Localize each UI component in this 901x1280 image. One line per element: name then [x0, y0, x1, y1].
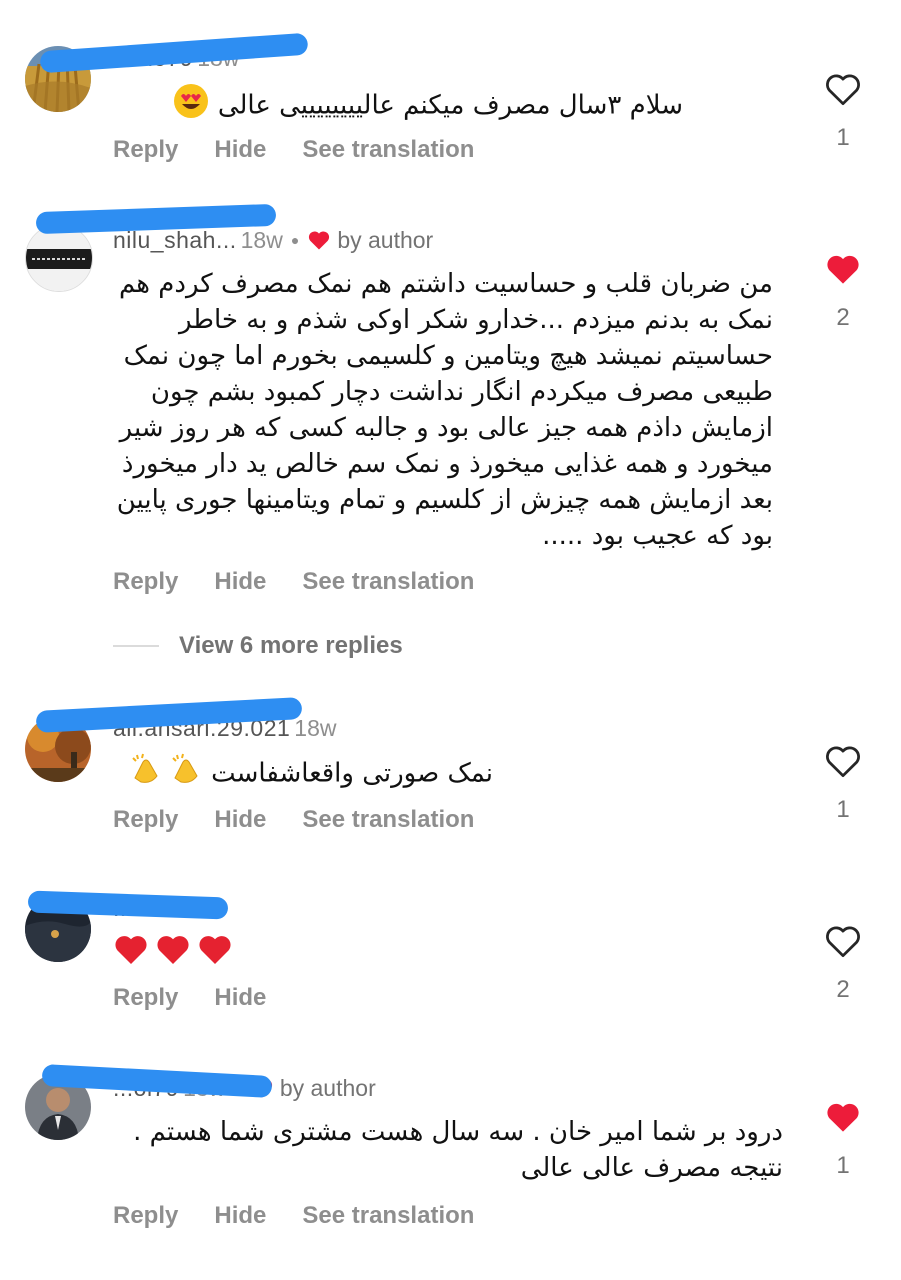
by-author-label: by author [279, 1074, 376, 1101]
heart-eyes-emoji [172, 82, 210, 130]
comment-body: درود بر شما امیر خان . سه سال هست مشتری … [133, 1117, 783, 1183]
reply-button[interactable]: Reply [113, 1202, 178, 1230]
comment-text [113, 932, 313, 976]
like-control: 1 [820, 72, 866, 152]
timestamp: 18w [294, 714, 337, 741]
comment-text: سلام ۳سال مصرف میکنم عالییییییییی عالی [113, 82, 683, 130]
like-count: 1 [836, 124, 850, 151]
red-heart-emoji [113, 932, 149, 976]
heart-filled-icon[interactable] [824, 252, 862, 286]
reply-button[interactable]: Reply [113, 136, 178, 164]
hide-button[interactable]: Hide [214, 806, 266, 834]
comment-body: من ضربان قلب و حساسیت داشتم هم نمک مصرف … [116, 269, 773, 551]
reply-button[interactable]: Reply [113, 568, 178, 596]
red-heart-emoji [197, 932, 233, 976]
heart-filled-icon[interactable] [824, 1100, 862, 1134]
hide-button[interactable]: Hide [214, 568, 266, 596]
heart-filled-icon [309, 231, 330, 250]
hide-button[interactable]: Hide [214, 1202, 266, 1230]
comment-text: من ضربان قلب و حساسیت داشتم هم نمک مصرف … [113, 266, 773, 554]
see-translation-button[interactable]: See translation [302, 1202, 474, 1230]
avatar[interactable] [25, 224, 93, 292]
like-count: 2 [836, 304, 850, 331]
heart-outline-icon[interactable] [824, 744, 862, 778]
comment-body: سلام ۳سال مصرف میکنم عالییییییییی عالی [217, 90, 683, 121]
see-translation-button[interactable]: See translation [302, 136, 474, 164]
text-graphic-avatar-image [26, 225, 92, 291]
like-control: 1 [820, 1100, 866, 1180]
red-heart-emoji [155, 932, 191, 976]
like-count: 1 [836, 1152, 850, 1179]
comment-text: درود بر شما امیر خان . سه سال هست مشتری … [113, 1114, 783, 1186]
reply-button[interactable]: Reply [113, 984, 178, 1012]
by-author-label: by author [337, 226, 434, 253]
like-count: 2 [836, 976, 850, 1003]
clapping-hands-emoji [129, 752, 163, 796]
comment-actions: Reply Hide See translation [113, 1202, 474, 1230]
like-count: 1 [836, 796, 850, 823]
heart-outline-icon[interactable] [824, 72, 862, 106]
comment-body: نمک صورتی واقعاشفاست [211, 758, 493, 789]
like-control: 2 [820, 252, 866, 332]
view-more-replies-label[interactable]: View 6 more replies [179, 632, 403, 660]
view-more-replies[interactable]: View 6 more replies [113, 628, 403, 664]
comment-actions: Reply Hide See translation [113, 806, 474, 834]
reply-button[interactable]: Reply [113, 806, 178, 834]
reply-thread-line [113, 645, 159, 647]
comment-actions: Reply Hide See translation [113, 568, 474, 596]
see-translation-button[interactable]: See translation [302, 806, 474, 834]
like-control: 1 [820, 744, 866, 824]
by-author-badge: by author [307, 227, 433, 254]
like-control: 2 [820, 924, 866, 1004]
clapping-hands-emoji [169, 752, 203, 796]
comment-actions: Reply Hide See translation [113, 136, 474, 164]
heart-outline-icon[interactable] [824, 924, 862, 958]
timestamp: 18w [240, 226, 283, 253]
comment-text: نمک صورتی واقعاشفاست [113, 752, 493, 796]
separator-dot: ● [290, 232, 300, 248]
hide-button[interactable]: Hide [214, 984, 266, 1012]
comment-actions: Reply Hide [113, 984, 266, 1012]
see-translation-button[interactable]: See translation [302, 568, 474, 596]
hide-button[interactable]: Hide [214, 136, 266, 164]
